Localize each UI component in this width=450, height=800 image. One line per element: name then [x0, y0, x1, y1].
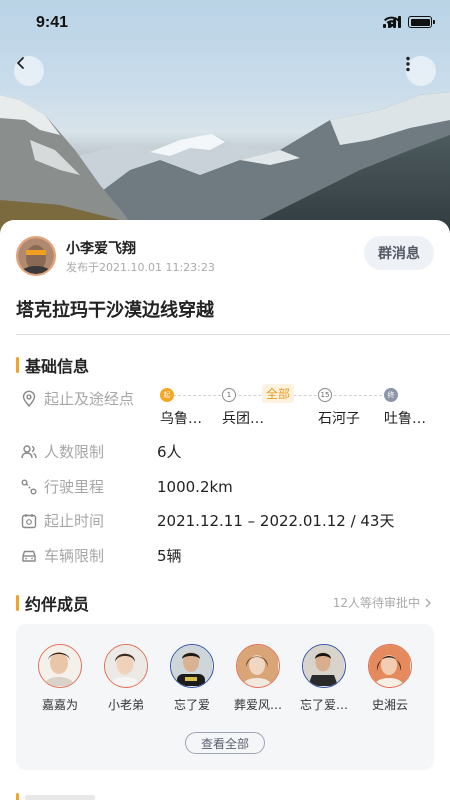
wifi-icon — [384, 16, 399, 28]
battery-icon — [408, 16, 435, 28]
more-options-button[interactable] — [406, 56, 436, 86]
view-all-members-button[interactable]: 查看全部 — [185, 732, 265, 754]
author-avatar-image — [18, 238, 54, 274]
member-avatar — [170, 644, 214, 688]
people-limit-value: 6人 — [157, 443, 182, 461]
waypoint-marker: 1 — [222, 388, 236, 402]
chevron-left-icon — [17, 57, 24, 69]
pending-approval-link[interactable]: 12人等待审批中 — [333, 594, 432, 611]
time-label: 起止时间 — [44, 512, 105, 530]
distance-label: 行驶里程 — [44, 478, 105, 496]
member-name: 嘉嘉为 — [41, 698, 78, 712]
pending-approval-text: 12人等待审批中 — [332, 596, 420, 610]
members-title: 约伴成员 — [25, 595, 90, 614]
route-distance-icon — [21, 479, 37, 495]
people-icon — [21, 445, 37, 459]
member-name: 史湘云 — [371, 698, 408, 712]
member-item[interactable]: 葬爱风… — [226, 644, 290, 724]
member-name: 忘了爱 — [173, 698, 210, 712]
member-photo — [39, 645, 80, 687]
page-title: 塔克拉玛干沙漠边线穿越 — [16, 300, 214, 321]
back-button[interactable] — [14, 56, 44, 86]
section-accent-bar — [16, 595, 19, 611]
member-item[interactable]: 小老弟 — [94, 644, 158, 724]
member-name: 葬爱风… — [233, 698, 282, 712]
member-avatar — [368, 644, 412, 688]
end-marker: 终 — [384, 388, 398, 402]
people-limit-row: 人数限制 6人 — [20, 441, 440, 463]
time-row: 起止时间 2021.12.11 – 2022.01.12 / 43天 — [20, 510, 440, 532]
stop-name: 兵团… — [222, 411, 264, 427]
member-avatar — [104, 644, 148, 688]
hero-image: 9:41 — [0, 0, 450, 240]
author-name[interactable]: 小李爱飞翔 — [66, 238, 136, 258]
status-icons — [383, 16, 435, 28]
status-bar: 9:41 — [0, 0, 450, 50]
stop-name: 乌鲁… — [160, 411, 202, 427]
calendar-icon — [21, 514, 37, 529]
more-vertical-icon — [406, 56, 410, 72]
next-section-peek — [16, 790, 136, 800]
time-value: 2021.12.11 – 2022.01.12 / 43天 — [157, 512, 395, 530]
car-icon — [22, 550, 36, 562]
member-photo — [105, 645, 146, 687]
vehicle-limit-value: 5辆 — [157, 547, 182, 565]
route-stops[interactable]: 起 乌鲁… 1 兵团… 全部 15 石河子 终 吐鲁… — [160, 384, 440, 427]
publish-time: 发布于2021.10.01 11:23:23 — [66, 261, 215, 274]
member-item[interactable]: 嘉嘉为 — [28, 644, 92, 724]
content-card: 小李爱飞翔 发布于2021.10.01 11:23:23 群消息 塔克拉玛干沙漠… — [0, 220, 450, 800]
members-card: 嘉嘉为 小老弟 忘了爱 葬爱风… 忘了爱… 史湘云 查看全部 — [16, 624, 434, 770]
location-pin-icon — [22, 390, 36, 408]
people-limit-label: 人数限制 — [44, 443, 105, 461]
status-time: 9:41 — [36, 14, 69, 31]
distance-value: 1000.2km — [157, 478, 233, 496]
member-avatar — [302, 644, 346, 688]
stop-name: 石河子 — [318, 411, 360, 427]
route-label: 起止及途经点 — [44, 390, 135, 408]
divider — [16, 334, 450, 335]
basic-info-title: 基础信息 — [25, 357, 90, 376]
member-photo — [303, 645, 344, 686]
basic-info-heading: 基础信息 — [16, 354, 89, 376]
member-item[interactable]: 史湘云 — [358, 644, 422, 724]
start-marker: 起 — [160, 388, 174, 402]
member-item[interactable]: 忘了爱 — [160, 644, 224, 724]
waypoint-marker: 15 — [318, 388, 332, 402]
member-avatar — [236, 644, 280, 688]
member-photo — [237, 645, 278, 687]
author-row: 小李爱飞翔 发布于2021.10.01 11:23:23 群消息 — [16, 236, 434, 276]
vehicle-limit-row: 车辆限制 5辆 — [20, 545, 440, 567]
distance-row: 行驶里程 1000.2km — [20, 476, 440, 498]
member-item[interactable]: 忘了爱… — [292, 644, 356, 724]
all-stops-tag[interactable]: 全部 — [262, 384, 295, 403]
member-name: 忘了爱… — [299, 698, 348, 712]
members-heading: 约伴成员 — [16, 592, 89, 614]
member-avatar — [38, 644, 82, 688]
member-name: 小老弟 — [107, 698, 144, 712]
section-accent-bar — [16, 357, 19, 373]
vehicle-limit-label: 车辆限制 — [44, 547, 105, 565]
member-photo — [369, 645, 410, 687]
chevron-right-icon — [425, 598, 431, 607]
group-message-button[interactable]: 群消息 — [364, 236, 434, 270]
stop-name: 吐鲁… — [384, 411, 426, 427]
author-avatar[interactable] — [16, 236, 56, 276]
member-photo — [171, 645, 212, 687]
